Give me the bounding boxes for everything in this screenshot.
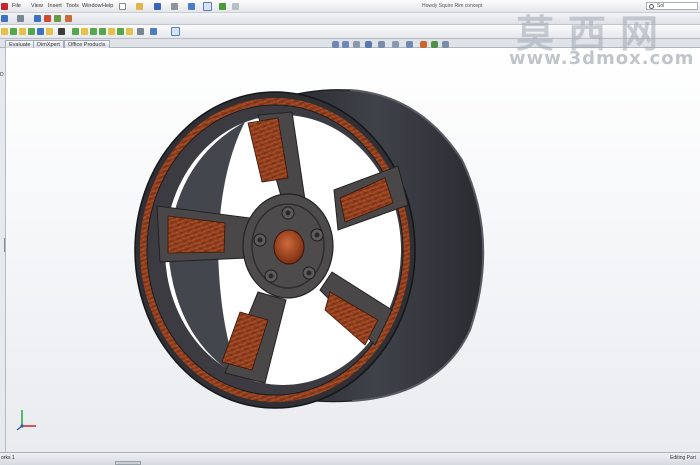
model-tab[interactable] xyxy=(115,461,141,465)
status-text: orks 1 xyxy=(1,455,15,461)
status-mode: Editing Part xyxy=(670,455,696,461)
status-bar: orks 1 Editing Part xyxy=(0,452,700,465)
center-cap xyxy=(273,229,305,265)
triad-icon xyxy=(16,410,36,431)
wheel-model[interactable] xyxy=(0,0,700,465)
